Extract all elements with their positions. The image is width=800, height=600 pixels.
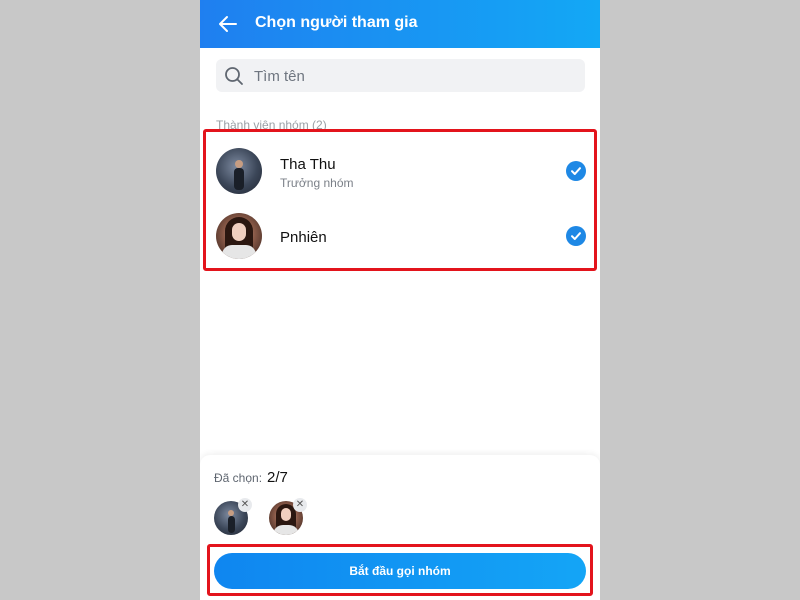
check-icon <box>571 167 581 175</box>
search-icon <box>225 67 243 85</box>
member-checkbox[interactable] <box>566 161 586 181</box>
member-name: Pnhiên <box>280 229 327 246</box>
member-row-tha-thu[interactable]: Tha Thu Trưởng nhóm <box>216 143 586 199</box>
back-button[interactable] <box>214 10 242 38</box>
search-input[interactable] <box>252 59 576 94</box>
member-checkbox[interactable] <box>566 226 586 246</box>
close-icon[interactable]: ✕ <box>238 498 252 512</box>
selected-chip-tha-thu[interactable]: ✕ <box>214 498 252 535</box>
member-role: Trưởng nhóm <box>280 176 354 190</box>
selected-count: 2/7 <box>267 469 288 486</box>
arrow-left-icon <box>219 16 237 32</box>
member-row-pnhien[interactable]: Pnhiên <box>216 208 586 264</box>
selection-panel: Đã chọn: 2/7 ✕ ✕ Bắt đầu gọi nhóm <box>200 455 600 600</box>
start-group-call-button[interactable]: Bắt đầu gọi nhóm <box>214 553 586 589</box>
app-header: Chọn người tham gia <box>200 0 600 48</box>
search-bar[interactable] <box>216 59 585 94</box>
phone-screen: Chọn người tham gia Thành viên nhóm (2) … <box>200 0 600 600</box>
selected-label: Đã chọn: <box>214 471 263 485</box>
group-members-label: Thành viên nhóm (2) <box>216 118 327 132</box>
check-icon <box>571 232 581 240</box>
avatar <box>216 148 262 194</box>
selected-chip-pnhien[interactable]: ✕ <box>269 498 307 535</box>
member-name: Tha Thu <box>280 156 336 173</box>
avatar <box>216 213 262 259</box>
page-title: Chọn người tham gia <box>255 14 418 31</box>
close-icon[interactable]: ✕ <box>293 498 307 512</box>
